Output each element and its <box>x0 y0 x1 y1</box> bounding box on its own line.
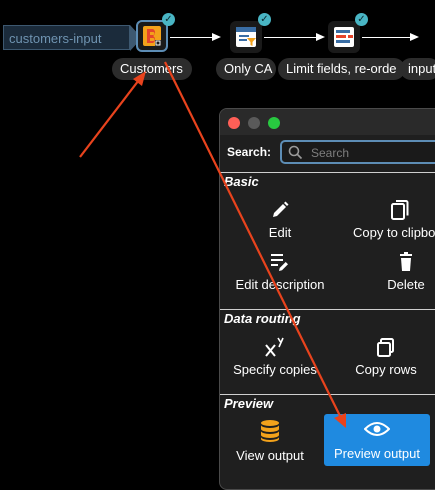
annotation-arrows <box>79 61 346 428</box>
annotation-arrow-to-preview-output <box>164 61 346 428</box>
annotation-arrow-to-customers <box>79 71 146 158</box>
